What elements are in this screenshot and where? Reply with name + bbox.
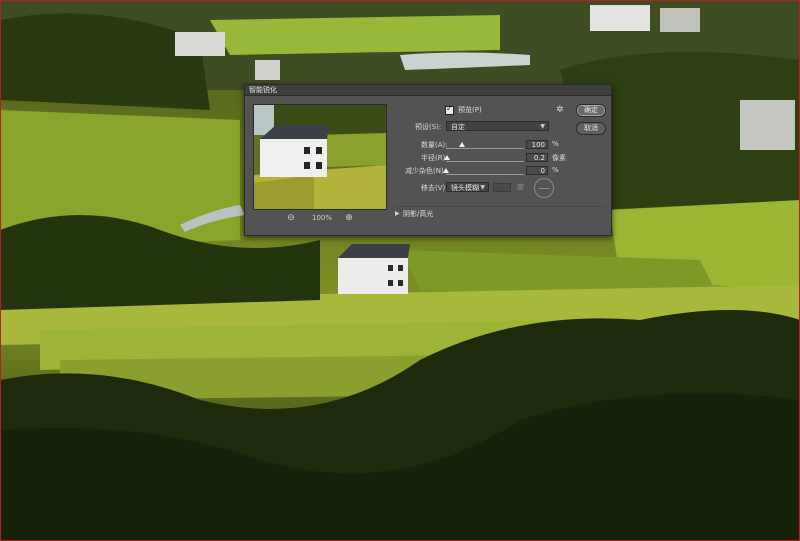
reduce-noise-unit: %	[552, 166, 559, 174]
amount-unit: %	[552, 140, 559, 148]
angle-dial-icon[interactable]	[534, 178, 554, 198]
zoom-controls: ⊖ 100% ⊕	[253, 212, 385, 224]
preview-checkbox-label: 预览(P)	[458, 106, 482, 114]
radius-slider-thumb[interactable]	[443, 155, 450, 160]
radius-value[interactable]: 0.2	[526, 153, 548, 162]
remove-label: 移去(V):	[421, 184, 448, 192]
amount-slider[interactable]	[446, 148, 524, 149]
reduce-noise-slider-thumb[interactable]	[443, 168, 449, 173]
section-divider	[395, 206, 605, 207]
amount-slider-thumb[interactable]	[458, 142, 465, 147]
preview-checkbox-box[interactable]	[445, 104, 454, 115]
reduce-noise-label: 减少杂色(N):	[405, 167, 447, 175]
zoom-out-icon[interactable]: ⊖	[285, 212, 297, 224]
reduce-noise-slider[interactable]	[446, 174, 524, 175]
reduce-noise-value[interactable]: 0	[526, 166, 548, 175]
amount-label: 数量(A):	[421, 141, 448, 149]
preset-select[interactable]: 自定 ▼	[446, 121, 549, 131]
disclosure-triangle-icon[interactable]: ▶	[395, 209, 400, 219]
dialog-title: 智能锐化	[249, 86, 277, 94]
shadows-highlights-label: 阴影/高光	[403, 210, 434, 218]
preview-image	[254, 105, 386, 209]
angle-input[interactable]	[493, 183, 511, 192]
remove-select[interactable]: 镜头模糊 ▼	[446, 182, 489, 192]
chevron-down-icon: ▼	[480, 184, 485, 191]
angle-unit: 度	[517, 183, 524, 191]
preview-pane[interactable]	[253, 104, 387, 210]
gear-icon[interactable]: ✲	[556, 105, 564, 115]
dialog-titlebar[interactable]: 智能锐化	[245, 85, 611, 96]
preset-value: 自定	[451, 123, 465, 131]
ok-button[interactable]: 确定	[576, 104, 606, 117]
remove-value: 镜头模糊	[451, 184, 479, 192]
smart-sharpen-dialog: 智能锐化 ⊖ 100% ⊕ 预览(P) ✲ 预设(S): 自定 ▼	[244, 84, 612, 236]
background-photo	[0, 0, 800, 541]
amount-value[interactable]: 100	[526, 140, 548, 149]
cancel-button[interactable]: 取消	[576, 122, 606, 135]
radius-slider[interactable]	[446, 161, 524, 162]
zoom-in-icon[interactable]: ⊕	[343, 212, 355, 224]
chevron-down-icon: ▼	[540, 123, 545, 130]
zoom-level: 100%	[311, 214, 332, 222]
radius-unit: 像素	[552, 154, 566, 162]
preset-label: 预设(S):	[415, 123, 442, 131]
